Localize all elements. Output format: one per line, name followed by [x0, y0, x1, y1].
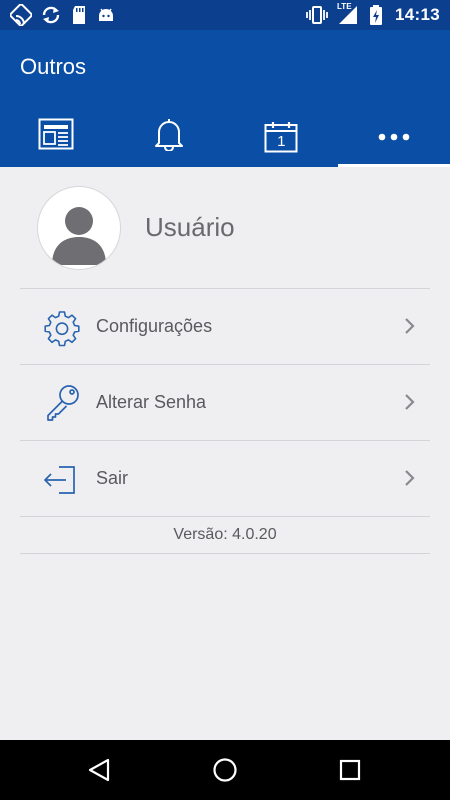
avatar — [37, 186, 121, 270]
version-info: Versão: 4.0.20 — [20, 516, 430, 554]
system-nav-bar — [0, 740, 450, 800]
vibrate-icon — [305, 4, 329, 26]
recents-icon[interactable] — [337, 757, 363, 783]
status-bar: LTE 14:13 — [0, 0, 450, 30]
signal-icon: LTE — [337, 2, 361, 26]
menu-item-label: Sair — [96, 468, 129, 488]
sync-icon — [40, 4, 62, 26]
bell-icon — [153, 117, 185, 156]
main-content: Usuário Configurações Alterar Senha Sair… — [0, 167, 450, 740]
page-title: Outros — [20, 54, 87, 79]
logout-icon — [42, 459, 82, 499]
tab-calendar[interactable]: 1 — [225, 106, 338, 167]
menu-item-configuracoes[interactable]: Configurações — [20, 288, 430, 364]
tab-news[interactable] — [0, 106, 113, 167]
more-icon — [378, 128, 410, 146]
status-time: 14:13 — [395, 5, 440, 24]
menu-item-label: Alterar Senha — [96, 392, 207, 412]
back-icon[interactable] — [87, 757, 113, 783]
network-type-label: LTE — [337, 2, 352, 11]
key-icon — [42, 383, 82, 423]
battery-charging-icon — [369, 4, 383, 26]
tab-more[interactable] — [337, 106, 450, 167]
chevron-right-icon — [404, 393, 416, 411]
news-icon — [38, 118, 74, 155]
settings-menu: Configurações Alterar Senha Sair Versão:… — [20, 288, 430, 554]
tab-notifications[interactable] — [113, 106, 226, 167]
chevron-right-icon — [404, 469, 416, 487]
tab-bar: 1 — [0, 106, 450, 167]
menu-item-sair[interactable]: Sair — [20, 440, 430, 516]
calendar-icon: 1 — [264, 121, 298, 153]
menu-item-alterar-senha[interactable]: Alterar Senha — [20, 364, 430, 440]
android-icon — [96, 4, 116, 26]
version-label: Versão: 4.0.20 — [173, 526, 277, 543]
chevron-right-icon — [404, 317, 416, 335]
user-name: Usuário — [145, 212, 235, 242]
home-icon[interactable] — [212, 757, 238, 783]
sd-card-icon — [70, 4, 88, 26]
user-profile[interactable]: Usuário — [37, 186, 417, 270]
menu-item-label: Configurações — [96, 316, 213, 336]
user-avatar-icon — [38, 207, 120, 269]
app-bar: Outros 1 — [0, 30, 450, 167]
cast-icon — [10, 4, 32, 26]
calendar-day: 1 — [277, 132, 286, 150]
gear-icon — [42, 307, 82, 347]
